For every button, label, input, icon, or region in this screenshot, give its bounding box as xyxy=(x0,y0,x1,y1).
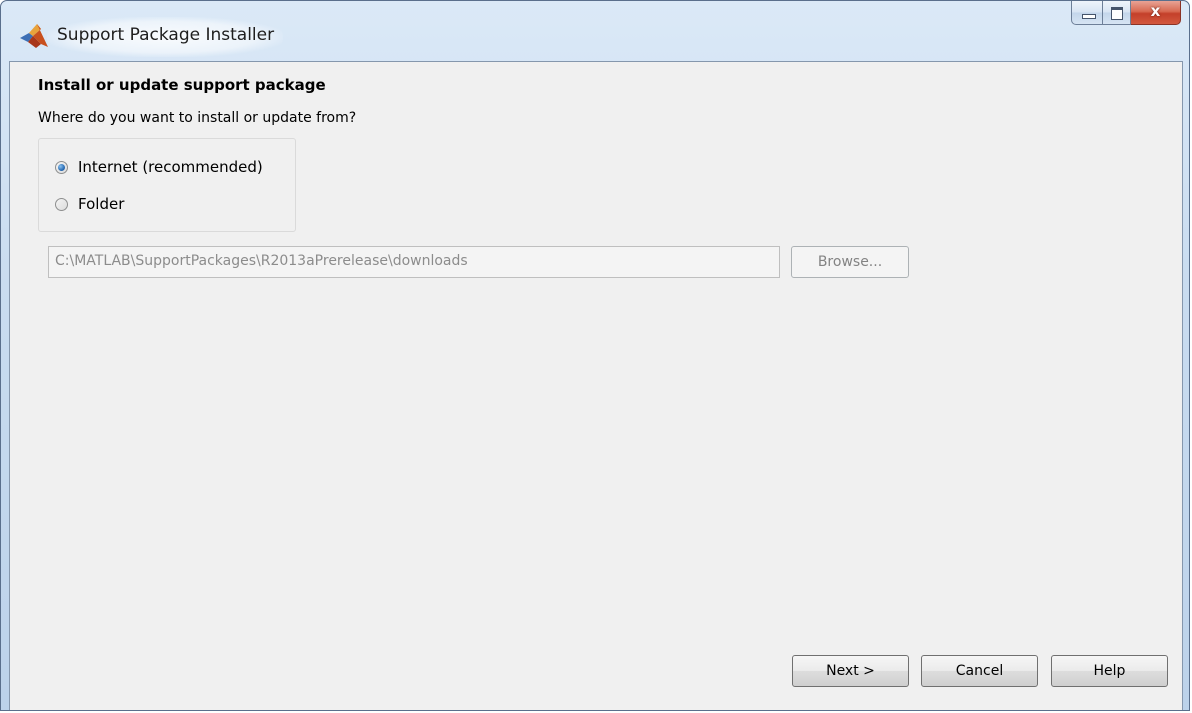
matlab-logo-icon xyxy=(20,24,48,48)
source-radio-group: Internet (recommended) Folder xyxy=(38,138,296,232)
maximize-button[interactable] xyxy=(1103,1,1131,25)
client-area: Install or update support package Where … xyxy=(9,61,1183,710)
radio-folder-label[interactable]: Folder xyxy=(78,195,124,213)
maximize-icon xyxy=(1111,7,1123,20)
help-button[interactable]: Help xyxy=(1051,655,1168,687)
radio-folder[interactable]: Folder xyxy=(55,195,124,213)
folder-path-field: C:\MATLAB\SupportPackages\R2013aPrerelea… xyxy=(48,246,780,278)
close-icon: x xyxy=(1150,2,1161,20)
radio-internet-circle[interactable] xyxy=(55,160,68,174)
page-heading: Install or update support package xyxy=(38,76,326,94)
radio-internet[interactable]: Internet (recommended) xyxy=(55,158,263,176)
radio-folder-circle[interactable] xyxy=(55,197,68,211)
title-bar[interactable]: Support Package Installer x xyxy=(1,1,1189,57)
source-question: Where do you want to install or update f… xyxy=(38,110,357,126)
radio-internet-label[interactable]: Internet (recommended) xyxy=(78,158,263,176)
caption-buttons: x xyxy=(1071,1,1181,27)
close-button[interactable]: x xyxy=(1131,1,1181,25)
installer-window: Support Package Installer x Install or u… xyxy=(0,0,1190,711)
browse-button: Browse... xyxy=(791,246,909,278)
window-title: Support Package Installer xyxy=(57,25,275,45)
cancel-button[interactable]: Cancel xyxy=(921,655,1038,687)
next-button[interactable]: Next > xyxy=(792,655,909,687)
minimize-icon xyxy=(1082,14,1096,19)
minimize-button[interactable] xyxy=(1071,1,1103,25)
